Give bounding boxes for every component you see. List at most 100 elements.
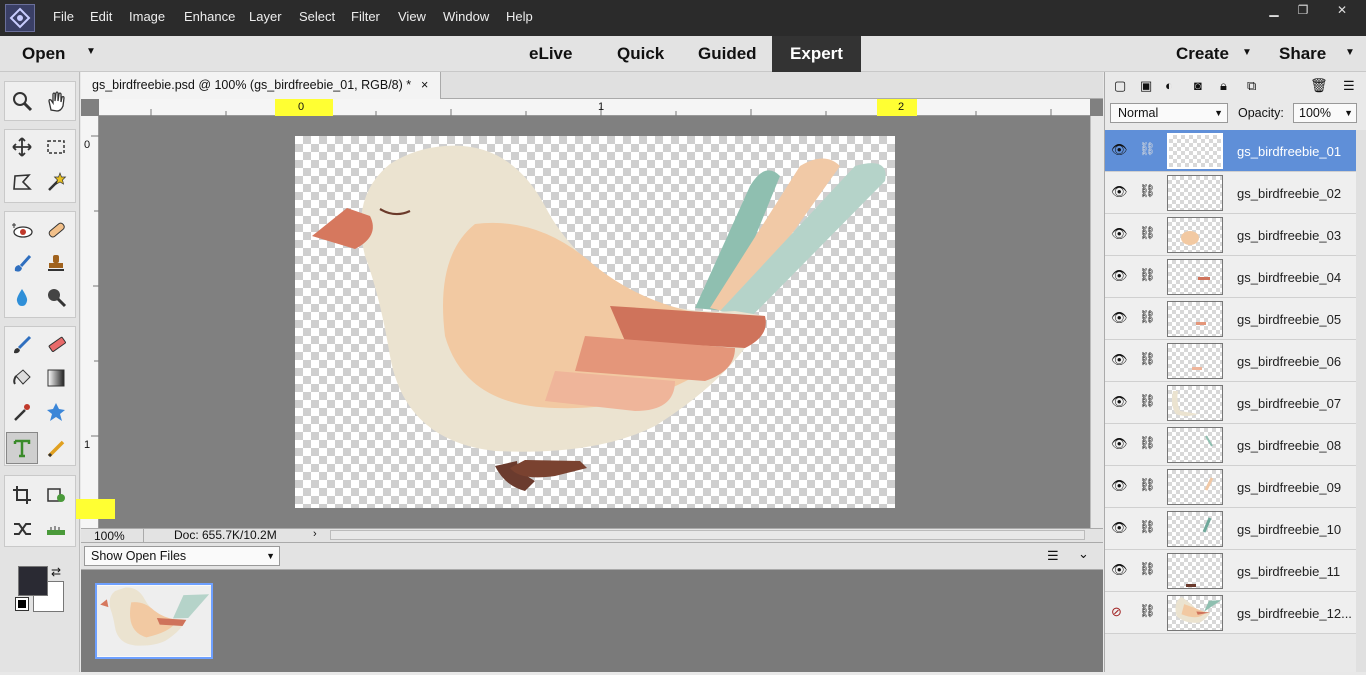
straighten-tool-icon[interactable] [40, 513, 72, 545]
collapse-bin-icon[interactable]: ⌄ [1078, 546, 1089, 562]
new-layer-icon[interactable]: ▢ [1114, 78, 1126, 94]
move-tool-icon[interactable] [6, 131, 38, 163]
open-file-thumbnail[interactable] [95, 583, 213, 659]
eye-icon[interactable]: 👁︎ [1111, 226, 1129, 244]
lock-all-icon[interactable]: ⧉ [1247, 78, 1256, 94]
paint-bucket-tool-icon[interactable] [6, 362, 38, 394]
create-button[interactable]: Create [1176, 44, 1229, 64]
sponge-tool-icon[interactable] [40, 281, 72, 313]
link-icon[interactable]: ⛓︎ [1139, 141, 1156, 161]
link-icon[interactable]: ⛓︎ [1139, 603, 1156, 623]
lasso-tool-icon[interactable] [6, 166, 38, 198]
blend-mode-select[interactable]: Normal ▼ [1110, 103, 1228, 123]
layer-row[interactable]: ⊘ ⛓︎ gs_birdfreebie_12... [1105, 592, 1356, 634]
layer-row[interactable]: 👁︎ ⛓︎ gs_birdfreebie_06 [1105, 340, 1356, 382]
layer-mask-icon[interactable]: ◙ [1194, 78, 1202, 93]
pencil-tool-icon[interactable] [40, 432, 72, 464]
tab-quick[interactable]: Quick [617, 44, 664, 64]
menu-window[interactable]: Window [443, 9, 489, 24]
eye-icon[interactable]: 👁︎ [1111, 142, 1129, 160]
link-icon[interactable]: ⛓︎ [1139, 183, 1156, 203]
document-tab[interactable]: gs_birdfreebie.psd @ 100% (gs_birdfreebi… [81, 72, 441, 99]
close-tab-icon[interactable]: × [421, 72, 428, 98]
menu-filter[interactable]: Filter [351, 9, 380, 24]
share-button[interactable]: Share [1279, 44, 1326, 64]
menu-image[interactable]: Image [129, 9, 165, 24]
open-button[interactable]: Open [22, 44, 65, 64]
create-dropdown-icon[interactable]: ▼ [1242, 47, 1252, 58]
canvas-vertical-scrollbar[interactable] [1090, 116, 1103, 528]
eyedropper-tool-icon[interactable] [6, 396, 38, 428]
layer-row[interactable]: 👁︎ ⛓︎ gs_birdfreebie_09 [1105, 466, 1356, 508]
link-icon[interactable]: ⛓︎ [1139, 561, 1156, 581]
layers-scrollbar[interactable] [1356, 130, 1366, 672]
default-colors-icon[interactable] [15, 597, 29, 611]
opacity-input[interactable]: 100% ▼ [1293, 103, 1357, 123]
gradient-tool-icon[interactable] [40, 362, 72, 394]
menu-layer[interactable]: Layer [249, 9, 282, 24]
restore-icon[interactable]: ❐ [1289, 2, 1317, 18]
menu-edit[interactable]: Edit [90, 9, 112, 24]
minimize-icon[interactable]: ▁ [1260, 2, 1288, 18]
layer-row[interactable]: 👁︎ ⛓︎ gs_birdfreebie_05 [1105, 298, 1356, 340]
tab-guided[interactable]: Guided [698, 44, 757, 64]
link-icon[interactable]: ⛓︎ [1139, 225, 1156, 245]
recompose-tool-icon[interactable] [40, 479, 72, 511]
canvas-horizontal-scrollbar[interactable] [330, 530, 1085, 540]
magic-wand-tool-icon[interactable] [40, 166, 72, 198]
custom-shape-tool-icon[interactable] [40, 396, 72, 428]
eraser-tool-icon[interactable] [40, 328, 72, 360]
eye-icon[interactable]: 👁︎ [1111, 184, 1129, 202]
eye-icon[interactable]: 👁︎ [1111, 562, 1129, 580]
red-eye-tool-icon[interactable] [6, 214, 38, 246]
eye-icon[interactable]: 👁︎ [1111, 436, 1129, 454]
link-icon[interactable]: ⛓︎ [1139, 351, 1156, 371]
delete-layer-icon[interactable]: 🗑︎ [1310, 77, 1328, 94]
eye-hidden-icon[interactable]: ⊘ [1111, 604, 1129, 622]
close-window-icon[interactable]: ✕ [1326, 2, 1358, 18]
spot-healing-tool-icon[interactable] [40, 214, 72, 246]
marquee-tool-icon[interactable] [40, 131, 72, 163]
image-canvas[interactable] [295, 136, 895, 508]
lock-icon[interactable]: 🔒︎ [1220, 78, 1227, 94]
share-dropdown-icon[interactable]: ▼ [1345, 47, 1355, 58]
smart-brush-tool-icon[interactable] [6, 247, 38, 279]
swap-colors-icon[interactable]: ⇄ [51, 565, 61, 579]
link-icon[interactable]: ⛓︎ [1139, 267, 1156, 287]
layer-row[interactable]: 👁︎ ⛓︎ gs_birdfreebie_04 [1105, 256, 1356, 298]
zoom-readout[interactable]: 100% [94, 529, 125, 543]
layer-row[interactable]: 👁︎ ⛓︎ gs_birdfreebie_03 [1105, 214, 1356, 256]
menu-enhance[interactable]: Enhance [184, 9, 235, 24]
layer-row[interactable]: 👁︎ ⛓︎ gs_birdfreebie_01 [1105, 130, 1356, 172]
menu-view[interactable]: View [398, 9, 426, 24]
link-icon[interactable]: ⛓︎ [1139, 435, 1156, 455]
bin-source-select[interactable]: Show Open Files ▼ [84, 546, 280, 566]
status-menu-arrow-icon[interactable]: › [313, 528, 317, 540]
brush-tool-icon[interactable] [6, 328, 38, 360]
eye-icon[interactable]: 👁︎ [1111, 268, 1129, 286]
content-aware-move-tool-icon[interactable] [6, 513, 38, 545]
layer-row[interactable]: 👁︎ ⛓︎ gs_birdfreebie_11 [1105, 550, 1356, 592]
tab-expert[interactable]: Expert [772, 36, 861, 72]
link-icon[interactable]: ⛓︎ [1139, 519, 1156, 539]
clone-stamp-tool-icon[interactable] [40, 247, 72, 279]
link-icon[interactable]: ⛓︎ [1139, 393, 1156, 413]
crop-tool-icon[interactable] [6, 479, 38, 511]
layer-row[interactable]: 👁︎ ⛓︎ gs_birdfreebie_08 [1105, 424, 1356, 466]
open-dropdown-icon[interactable]: ▼ [86, 46, 96, 57]
panel-menu-icon[interactable]: ☰ [1343, 78, 1355, 94]
eye-icon[interactable]: 👁︎ [1111, 478, 1129, 496]
new-group-icon[interactable]: ▣ [1140, 78, 1152, 94]
link-icon[interactable]: ⛓︎ [1139, 309, 1156, 329]
tab-elive[interactable]: eLive [529, 44, 572, 64]
menu-file[interactable]: File [53, 9, 74, 24]
zoom-tool-icon[interactable] [6, 85, 38, 117]
menu-select[interactable]: Select [299, 9, 335, 24]
adjustment-layer-icon[interactable]: ◐ [1165, 78, 1173, 93]
layer-row[interactable]: 👁︎ ⛓︎ gs_birdfreebie_07 [1105, 382, 1356, 424]
eye-icon[interactable]: 👁︎ [1111, 394, 1129, 412]
layer-row[interactable]: 👁︎ ⛓︎ gs_birdfreebie_02 [1105, 172, 1356, 214]
type-tool-icon[interactable] [6, 432, 38, 464]
menu-help[interactable]: Help [506, 9, 533, 24]
eye-icon[interactable]: 👁︎ [1111, 520, 1129, 538]
